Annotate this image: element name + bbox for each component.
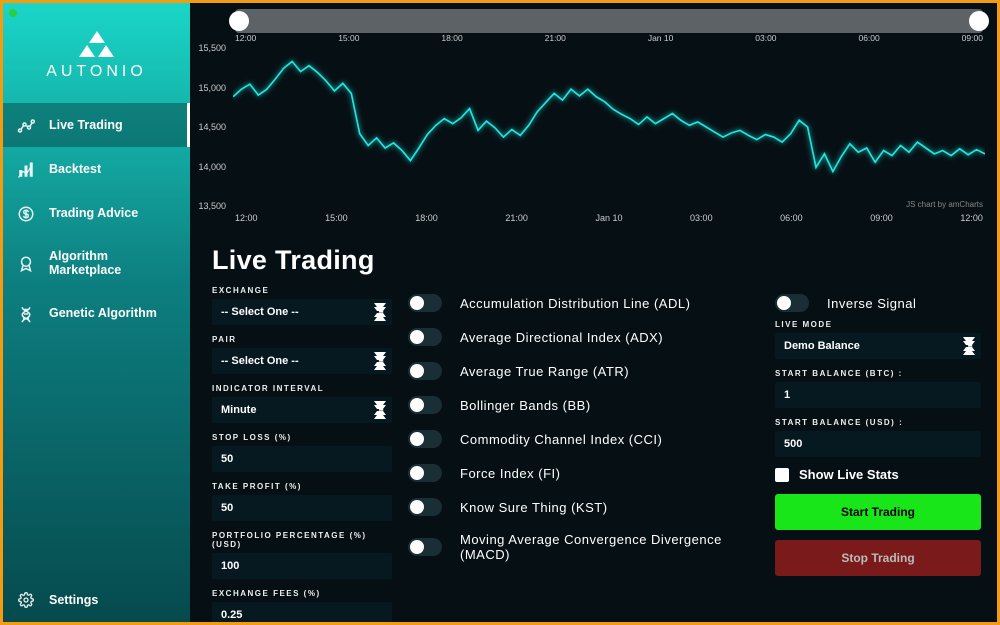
toggle-know-sure-thing-kst-[interactable] xyxy=(408,498,442,516)
pair-select[interactable]: -- Select One -- xyxy=(212,348,392,374)
nav-label: Backtest xyxy=(49,162,101,176)
nav-label: Genetic Algorithm xyxy=(49,306,157,320)
toggle-moving-average-convergence-divergence-macd-[interactable] xyxy=(408,538,442,556)
indicator_interval-select[interactable]: Minute xyxy=(212,397,392,423)
inverse-signal-label: Inverse Signal xyxy=(827,296,916,311)
take_profit-input[interactable] xyxy=(212,495,392,521)
toggle-bollinger-bands-bb-[interactable] xyxy=(408,396,442,414)
show-live-stats-label: Show Live Stats xyxy=(799,467,899,482)
sidebar-item-genetic-algorithm[interactable]: Genetic Algorithm xyxy=(3,291,190,335)
settings-label: Settings xyxy=(49,593,98,607)
badge-icon xyxy=(17,255,35,271)
indicator-label: Moving Average Convergence Divergence (M… xyxy=(460,532,739,562)
indicator-label: Commodity Channel Index (CCI) xyxy=(460,432,662,447)
exchange-label: EXCHANGE xyxy=(212,286,392,295)
gear-icon xyxy=(17,592,35,608)
price-chart[interactable]: 12:0015:0018:0021:00Jan 1003:0006:0009:0… xyxy=(190,3,997,231)
brand-logo-icon xyxy=(3,31,190,57)
stop-trading-button[interactable]: Stop Trading xyxy=(775,540,981,576)
pair-label: PAIR xyxy=(212,335,392,344)
main: 12:0015:0018:0021:00Jan 1003:0006:0009:0… xyxy=(190,3,997,622)
toggle-accumulation-distribution-line-adl-[interactable] xyxy=(408,294,442,312)
brand: AUTONIO xyxy=(3,17,190,103)
indicators-column: Accumulation Distribution Line (ADL) Aver… xyxy=(402,286,769,622)
start-btc-label: START BALANCE (BTC) : xyxy=(775,369,981,378)
sidebar: AUTONIO Live Trading Backtest Trading Advi… xyxy=(3,3,190,622)
chart-line-icon xyxy=(17,117,35,133)
stop_loss-input[interactable] xyxy=(212,446,392,472)
stop_loss-label: STOP LOSS (%) xyxy=(212,433,392,442)
dollar-icon xyxy=(17,205,35,221)
page-title: Live Trading xyxy=(212,245,987,276)
nav-label: Live Trading xyxy=(49,118,123,132)
indicator-label: Force Index (FI) xyxy=(460,466,560,481)
right-column: Inverse Signal LIVE MODE Demo Balance ▲▼… xyxy=(773,286,987,622)
take_profit-label: TAKE PROFIT (%) xyxy=(212,482,392,491)
sidebar-item-backtest[interactable]: Backtest xyxy=(3,147,190,191)
indicator-label: Average True Range (ATR) xyxy=(460,364,629,379)
brand-name: AUTONIO xyxy=(3,63,190,81)
indicator-label: Average Directional Index (ADX) xyxy=(460,330,663,345)
sidebar-item-settings[interactable]: Settings xyxy=(3,578,190,622)
exchange_fees-input[interactable] xyxy=(212,602,392,622)
sidebar-item-algorithm-marketplace[interactable]: Algorithm Marketplace xyxy=(3,235,190,291)
indicator-label: Accumulation Distribution Line (ADL) xyxy=(460,296,690,311)
start-usd-input[interactable] xyxy=(775,431,981,457)
start-trading-button[interactable]: Start Trading xyxy=(775,494,981,530)
nav-label: Trading Advice xyxy=(49,206,138,220)
exchange_fees-label: EXCHANGE FEES (%) xyxy=(212,589,392,598)
start-btc-input[interactable] xyxy=(775,382,981,408)
indicator_interval-label: INDICATOR INTERVAL xyxy=(212,384,392,393)
timeline-ticks: 12:0015:0018:0021:00Jan 1003:0006:0009:0… xyxy=(235,33,983,43)
chart-x-axis: 12:0015:0018:0021:00Jan 1003:0006:0009:0… xyxy=(235,213,983,223)
chart-plot xyxy=(233,43,985,211)
live-mode-label: LIVE MODE xyxy=(775,320,981,329)
nav: Live Trading Backtest Trading Advice Algori… xyxy=(3,103,190,578)
sidebar-item-live-trading[interactable]: Live Trading xyxy=(3,103,190,147)
chart-credit: JS chart by amCharts xyxy=(906,200,983,209)
indicator-label: Know Sure Thing (KST) xyxy=(460,500,608,515)
left-column: EXCHANGE-- Select One --▲▼PAIR-- Select … xyxy=(212,286,398,622)
start-usd-label: START BALANCE (USD) : xyxy=(775,418,981,427)
chart-y-axis: 15,50015,00014,50014,00013,500 xyxy=(190,43,230,211)
portfolio_pct-input[interactable] xyxy=(212,553,392,579)
exchange-select[interactable]: -- Select One -- xyxy=(212,299,392,325)
toggle-average-directional-index-adx-[interactable] xyxy=(408,328,442,346)
status-dot-icon xyxy=(9,9,17,17)
indicator-label: Bollinger Bands (BB) xyxy=(460,398,591,413)
show-live-stats-checkbox[interactable] xyxy=(775,468,789,482)
live-mode-select[interactable]: Demo Balance xyxy=(775,333,981,359)
portfolio_pct-label: PORTFOLIO PERCENTAGE (%) (USD) xyxy=(212,531,392,549)
dna-icon xyxy=(17,305,35,321)
toggle-commodity-channel-index-cci-[interactable] xyxy=(408,430,442,448)
toggle-force-index-fi-[interactable] xyxy=(408,464,442,482)
inverse-signal-toggle[interactable] xyxy=(775,294,809,312)
sidebar-item-trading-advice[interactable]: Trading Advice xyxy=(3,191,190,235)
toggle-average-true-range-atr-[interactable] xyxy=(408,362,442,380)
nav-label: Algorithm Marketplace xyxy=(49,249,176,277)
timeline-scrubber[interactable] xyxy=(235,9,983,33)
bars-icon xyxy=(17,161,35,177)
